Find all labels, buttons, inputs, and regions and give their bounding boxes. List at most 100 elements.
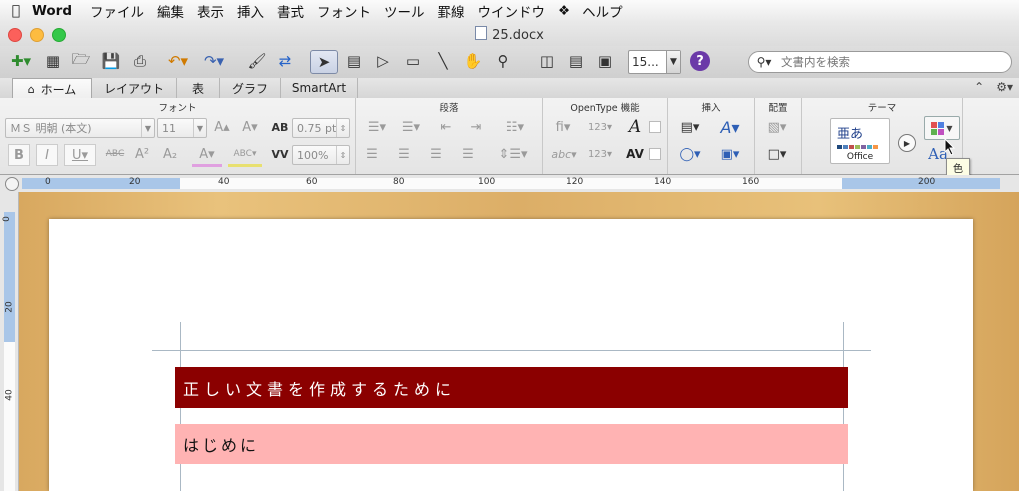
highlight-color-button[interactable]: ABC▾ [228, 144, 262, 167]
collapse-ribbon-icon[interactable]: ⌃ [974, 80, 984, 94]
vertical-textbox-icon[interactable]: ▷ [370, 50, 396, 72]
help-button[interactable]: ? [690, 51, 710, 71]
menu-file[interactable]: ファイル [90, 1, 157, 21]
justify-icon[interactable]: ☰ [458, 144, 478, 164]
stylistic-set-icon[interactable]: A [625, 117, 645, 137]
align-left-icon[interactable]: ☰ [362, 144, 382, 164]
gallery-icon[interactable]: ▦ [40, 50, 66, 72]
heading-1-block[interactable]: 正しい文書を作成するために [175, 367, 848, 408]
font-size-select[interactable]: 11 ▼ [157, 118, 207, 138]
document-search-field[interactable]: ⚲▾ [748, 51, 1012, 73]
text-box-insert-icon[interactable]: ▤▾ [674, 117, 706, 137]
ruler-label: 100 [478, 177, 496, 187]
bullet-list-icon[interactable]: ☰▾ [362, 117, 392, 137]
menu-app-word[interactable]: Word [32, 3, 90, 19]
page-view-icon[interactable]: ▤ [563, 50, 589, 72]
text-direction-icon[interactable]: ☷▾ [500, 117, 530, 137]
menu-font[interactable]: フォント [317, 1, 384, 21]
align-center-icon[interactable]: ☰ [394, 144, 414, 164]
character-scale-field[interactable]: 100% ⇕ [292, 145, 350, 165]
font-size-value: 11 [162, 121, 176, 135]
line-spacing-icon[interactable]: ⇕☰▾ [496, 144, 530, 164]
apple-menu-icon[interactable]:  [0, 3, 32, 19]
ruler-label: 140 [654, 177, 672, 187]
redo-icon[interactable]: ↷▾ [198, 50, 230, 72]
search-icon: ⚲▾ [756, 55, 772, 69]
number-spacing-icon[interactable]: 123▾ [585, 117, 615, 137]
script-menu-icon[interactable]: ❖ [558, 3, 582, 19]
theme-office-preview[interactable]: 亜あ Office [830, 118, 890, 164]
tab-home[interactable]: ⌂ ホーム [12, 78, 92, 100]
theme-colors-button[interactable]: ▼ [924, 116, 960, 140]
new-document-icon[interactable]: ✚▾ [6, 50, 36, 72]
stylistic-set-checkbox[interactable] [649, 121, 661, 133]
undo-icon[interactable]: ↶▾ [162, 50, 194, 72]
media-browser-icon[interactable]: ▣ [592, 50, 618, 72]
superscript-button[interactable]: A² [132, 144, 152, 164]
zoom-magnifier-icon[interactable]: ⚲ [490, 50, 516, 72]
ruler-label: 0 [45, 177, 51, 187]
arrange-icon[interactable]: ▧▾ [761, 117, 793, 137]
menu-tools[interactable]: ツール [384, 1, 438, 21]
underline-button[interactable]: U▾ [64, 144, 96, 166]
sidebar-toggle-icon[interactable]: ⇄ [272, 50, 298, 72]
increase-indent-icon[interactable]: ⇥ [466, 117, 486, 137]
search-input[interactable] [779, 54, 1003, 70]
font-name-select[interactable]: ＭＳ 明朝 (本文) ▼ [5, 118, 155, 138]
bold-button[interactable]: B [8, 144, 30, 166]
shrink-font-icon[interactable]: A▾ [240, 117, 260, 137]
ligatures-icon[interactable]: fi▾ [549, 117, 577, 137]
italic-button[interactable]: I [36, 144, 58, 166]
line-shape-icon[interactable]: ╲ [430, 50, 456, 72]
strikethrough-button[interactable]: ABC [102, 144, 128, 164]
tab-stop-selector-icon[interactable] [5, 177, 19, 191]
save-icon[interactable]: 💾 [98, 50, 124, 72]
number-forms-icon[interactable]: 123▾ [585, 144, 615, 164]
kerning-icon[interactable]: AV [625, 144, 645, 164]
ribbon-gear-icon[interactable]: ⚙▾ [996, 80, 1013, 94]
shapes-insert-icon[interactable]: ◯▾ [674, 144, 706, 164]
tab-table[interactable]: 表 [177, 78, 220, 98]
print-icon[interactable]: ⎙ [127, 50, 153, 72]
tab-smartart[interactable]: SmartArt [281, 78, 358, 98]
ruler-label: 160 [742, 177, 760, 187]
textbox-icon[interactable]: ▤ [341, 50, 367, 72]
menu-window[interactable]: ウインドウ [478, 1, 559, 21]
tab-layout[interactable]: レイアウト [92, 78, 177, 98]
open-folder-icon[interactable]: 🗁 [68, 50, 94, 72]
arrange-group: 配置 ▧▾ □▾ [755, 98, 802, 174]
sidebar-view-icon[interactable]: ◫ [534, 50, 560, 72]
kerning-checkbox[interactable] [649, 148, 661, 160]
menu-table[interactable]: 罫線 [438, 1, 478, 21]
tab-graph[interactable]: グラフ [220, 78, 281, 98]
numbered-list-icon[interactable]: ☰▾ [396, 117, 426, 137]
subscript-button[interactable]: A₂ [160, 144, 180, 164]
select-pointer-icon[interactable]: ➤ [310, 50, 338, 74]
character-spacing-icon: AB [271, 120, 289, 134]
rectangle-shape-icon[interactable]: ▭ [400, 50, 426, 72]
character-spacing-field[interactable]: 0.75 pt ⇕ [292, 118, 350, 138]
menu-insert[interactable]: 挿入 [237, 1, 277, 21]
theme-gallery-next-icon[interactable]: ▶ [898, 134, 916, 152]
vertical-ruler[interactable]: 0 20 40 [0, 192, 19, 491]
stepper-icon: ⇕ [336, 146, 349, 164]
font-color-button[interactable]: A▾ [192, 144, 222, 167]
decrease-indent-icon[interactable]: ⇤ [436, 117, 456, 137]
zoom-select[interactable]: 15... ▼ [628, 50, 681, 74]
horizontal-ruler[interactable]: 0 20 40 60 80 100 120 140 160 200 [0, 175, 1019, 193]
insert-group: 挿入 ▤▾ A▾ ◯▾ ▣▾ [668, 98, 755, 174]
ribbon-tab-bar: ⌂ ホーム レイアウト 表 グラフ SmartArt ⌃ ⚙▾ [0, 78, 1019, 100]
heading-2-block[interactable]: はじめに [175, 424, 848, 464]
wrap-text-icon[interactable]: □▾ [761, 144, 793, 164]
hand-tool-icon[interactable]: ✋ [460, 50, 486, 72]
menu-edit[interactable]: 編集 [157, 1, 197, 21]
format-painter-icon[interactable]: 🖌 [244, 50, 270, 72]
align-right-icon[interactable]: ☰ [426, 144, 446, 164]
picture-insert-icon[interactable]: ▣▾ [714, 144, 746, 164]
wordart-icon[interactable]: A▾ [714, 117, 746, 137]
menu-format[interactable]: 書式 [277, 1, 317, 21]
grow-font-icon[interactable]: A▴ [212, 117, 232, 137]
menu-view[interactable]: 表示 [197, 1, 237, 21]
contextual-alternates-icon[interactable]: abc▾ [547, 144, 581, 164]
menu-help[interactable]: ヘルプ [582, 1, 636, 21]
